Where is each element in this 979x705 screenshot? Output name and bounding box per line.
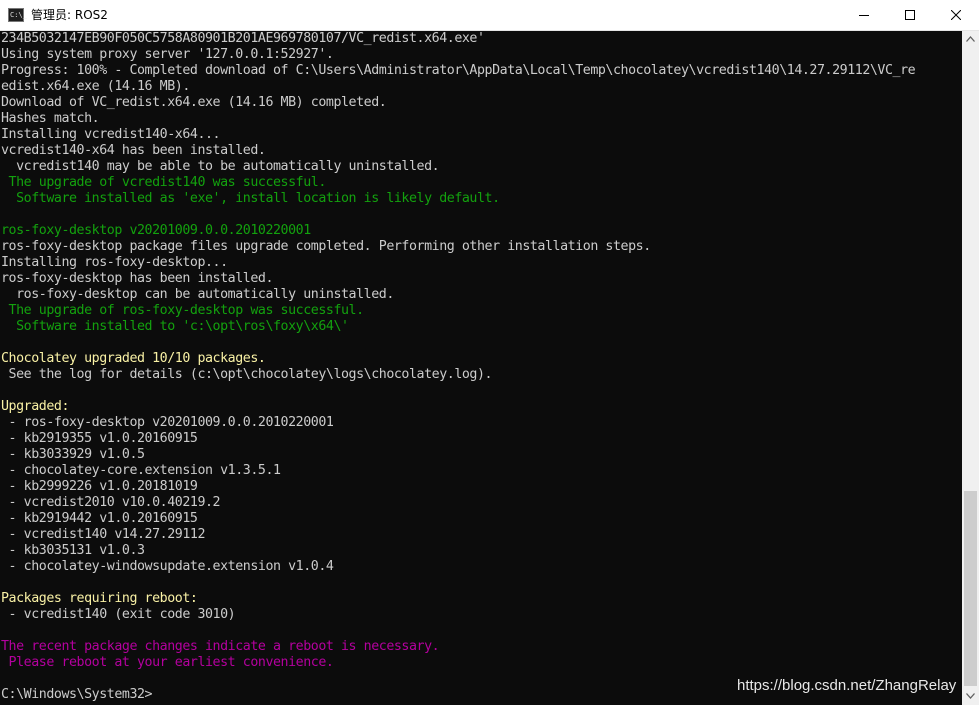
console-line: C:\Windows\System32> bbox=[1, 687, 153, 702]
minimize-button[interactable] bbox=[841, 0, 887, 30]
console-line: Software installed to 'c:\opt\ros\foxy\x… bbox=[1, 319, 349, 334]
console-line: - chocolatey-windowsupdate.extension v1.… bbox=[1, 559, 334, 574]
console-line: ros-foxy-desktop package files upgrade c… bbox=[1, 239, 651, 254]
chevron-up-icon bbox=[966, 36, 975, 42]
console-line: Packages requiring reboot: bbox=[1, 591, 198, 606]
console-line: vcredist140 may be able to be automatica… bbox=[1, 159, 440, 174]
maximize-button[interactable] bbox=[887, 0, 933, 30]
console-line: The recent package changes indicate a re… bbox=[1, 639, 440, 654]
console-line: - vcredist2010 v10.0.40219.2 bbox=[1, 495, 221, 510]
scroll-down-button[interactable] bbox=[962, 688, 979, 705]
console-line: Installing ros-foxy-desktop... bbox=[1, 255, 228, 270]
window-title: 管理员: ROS2 bbox=[31, 8, 108, 22]
console-line: - kb2999226 v1.0.20181019 bbox=[1, 479, 198, 494]
close-button[interactable] bbox=[933, 0, 979, 30]
console-line: - chocolatey-core.extension v1.3.5.1 bbox=[1, 463, 281, 478]
vertical-scrollbar[interactable] bbox=[962, 31, 979, 705]
console-output[interactable]: 234B5032147EB90F050C5758A80901B201AE9697… bbox=[0, 31, 962, 705]
console-line: Installing vcredist140-x64... bbox=[1, 127, 221, 142]
console-line: Chocolatey upgraded 10/10 packages. bbox=[1, 351, 266, 366]
console-line: - vcredist140 (exit code 3010) bbox=[1, 607, 236, 622]
chevron-down-icon bbox=[966, 693, 975, 699]
close-icon bbox=[951, 10, 961, 20]
console-line: See the log for details (c:\opt\chocolat… bbox=[1, 367, 493, 382]
console-line: - vcredist140 v14.27.29112 bbox=[1, 527, 206, 542]
watermark: https://blog.csdn.net/ZhangRelay bbox=[737, 677, 957, 694]
console-icon[interactable]: C:\_ bbox=[8, 8, 27, 22]
minimize-icon bbox=[859, 15, 869, 16]
console-line: edist.x64.exe (14.16 MB). bbox=[1, 79, 190, 94]
console-line: - kb2919355 v1.0.20160915 bbox=[1, 431, 198, 446]
console-line: Please reboot at your earliest convenien… bbox=[1, 655, 334, 670]
console-line: Using system proxy server '127.0.0.1:529… bbox=[1, 47, 334, 62]
title-bar[interactable]: C:\_ 管理员: ROS2 bbox=[0, 0, 979, 31]
console-icon-glyph: C:\_ bbox=[10, 11, 27, 19]
console-line: ros-foxy-desktop has been installed. bbox=[1, 271, 273, 286]
console-line: - kb2919442 v1.0.20160915 bbox=[1, 511, 198, 526]
console-line: - kb3033929 v1.0.5 bbox=[1, 447, 145, 462]
console-line: Hashes match. bbox=[1, 111, 100, 126]
console-line: The upgrade of ros-foxy-desktop was succ… bbox=[1, 303, 365, 318]
console-line: ros-foxy-desktop can be automatically un… bbox=[1, 287, 394, 302]
console-line: 234B5032147EB90F050C5758A80901B201AE9697… bbox=[1, 31, 485, 46]
console-line: Software installed as 'exe', install loc… bbox=[1, 191, 500, 206]
console-line: Upgraded: bbox=[1, 399, 69, 414]
console-line: vcredist140-x64 has been installed. bbox=[1, 143, 266, 158]
console-line: Progress: 100% - Completed download of C… bbox=[1, 63, 916, 78]
console-window: C:\_ 管理员: ROS2 234B5032147EB90F050C5758A… bbox=[0, 0, 979, 705]
maximize-icon bbox=[905, 10, 915, 20]
console-line: - kb3035131 v1.0.3 bbox=[1, 543, 145, 558]
console-line: The upgrade of vcredist140 was successfu… bbox=[1, 175, 327, 190]
scrollbar-thumb[interactable] bbox=[964, 491, 977, 686]
console-line: Download of VC_redist.x64.exe (14.16 MB)… bbox=[1, 95, 387, 110]
console-line: - ros-foxy-desktop v20201009.0.0.2010220… bbox=[1, 415, 334, 430]
console-line: ros-foxy-desktop v20201009.0.0.201022000… bbox=[1, 223, 311, 238]
scroll-up-button[interactable] bbox=[962, 31, 979, 48]
